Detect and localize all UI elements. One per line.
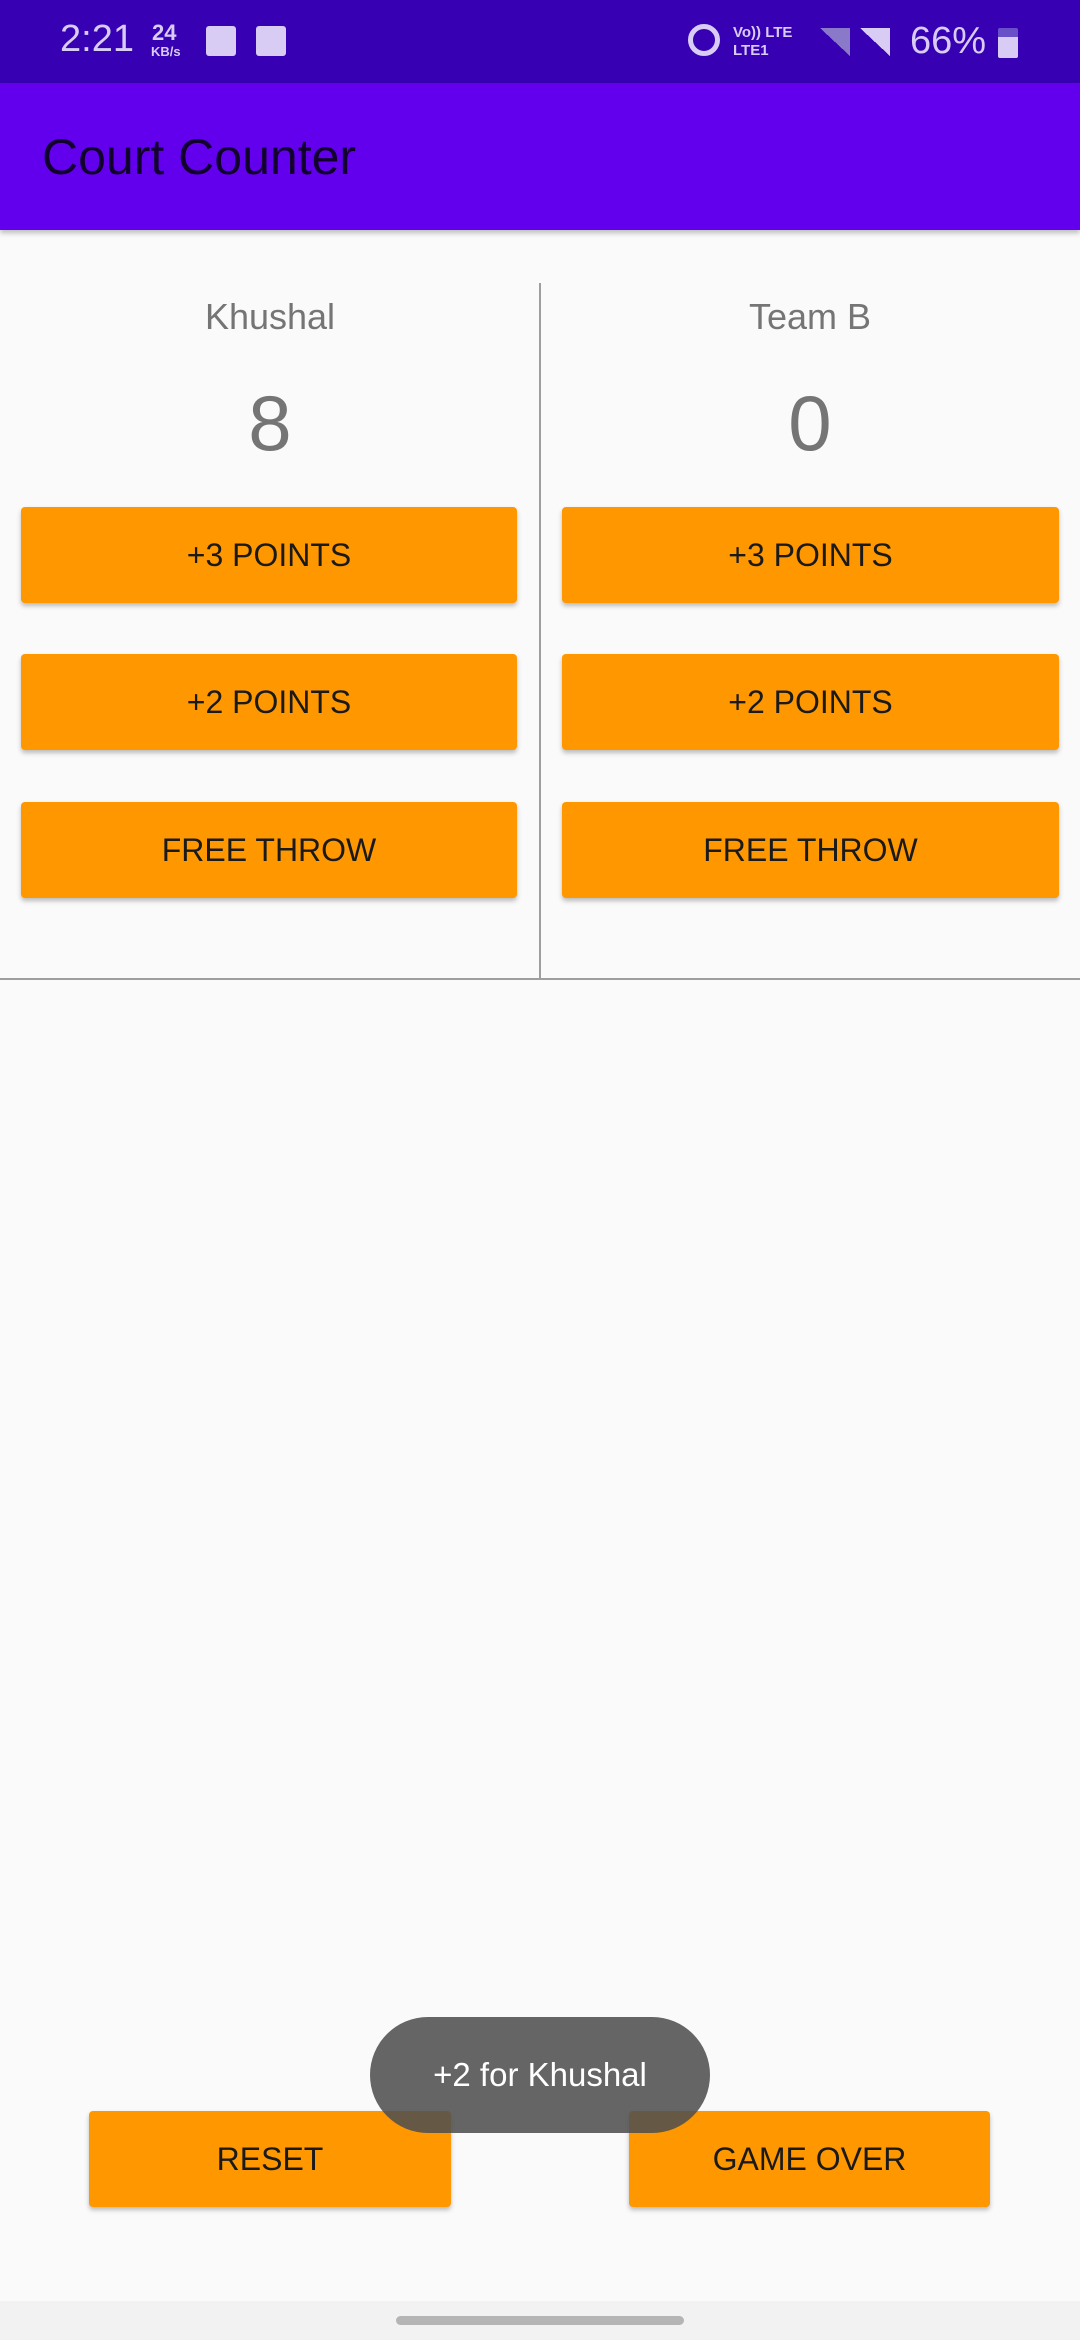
team-b-plus2-button[interactable]: +2 POINTS: [562, 654, 1059, 750]
team-b-plus3-button[interactable]: +3 POINTS: [562, 507, 1059, 603]
reset-button[interactable]: RESET: [89, 2111, 451, 2207]
team-b-free-throw-button[interactable]: FREE THROW: [562, 802, 1059, 898]
speed-value: 24: [152, 20, 177, 45]
battery-percent: 66%: [910, 20, 987, 62]
clock: 2:21: [60, 18, 134, 60]
signal-icon: [820, 28, 850, 56]
status-bar: 2:21 24 KB/s Vo)) LTE LTE1 66%: [0, 0, 1080, 83]
alarm-icon: [688, 24, 720, 56]
team-a-free-throw-button[interactable]: FREE THROW: [21, 802, 517, 898]
app-bar: Court Counter: [0, 83, 1080, 230]
toast-message: +2 for Khushal: [370, 2017, 710, 2133]
team-a-name: Khushal: [204, 296, 336, 337]
section-divider: [0, 978, 1080, 980]
team-b-name: Team B: [748, 296, 872, 337]
navigation-bar: [0, 2301, 1080, 2340]
signal-icon: [860, 28, 890, 56]
speed-unit: KB/s: [151, 44, 181, 59]
team-a-plus2-button[interactable]: +2 POINTS: [21, 654, 517, 750]
team-b-score: 0: [788, 379, 832, 467]
team-a-score: 8: [248, 379, 292, 467]
app-title: Court Counter: [42, 129, 357, 185]
game-over-button[interactable]: GAME OVER: [629, 2111, 990, 2207]
wifi-hotspot-icon: [256, 26, 286, 56]
network-bottom: LTE1: [733, 42, 769, 59]
battery-icon: [998, 28, 1018, 58]
team-a-plus3-button[interactable]: +3 POINTS: [21, 507, 517, 603]
home-gesture-handle[interactable]: [396, 2316, 684, 2325]
image-icon: [206, 26, 236, 56]
network-top: Vo)) LTE: [733, 24, 793, 41]
